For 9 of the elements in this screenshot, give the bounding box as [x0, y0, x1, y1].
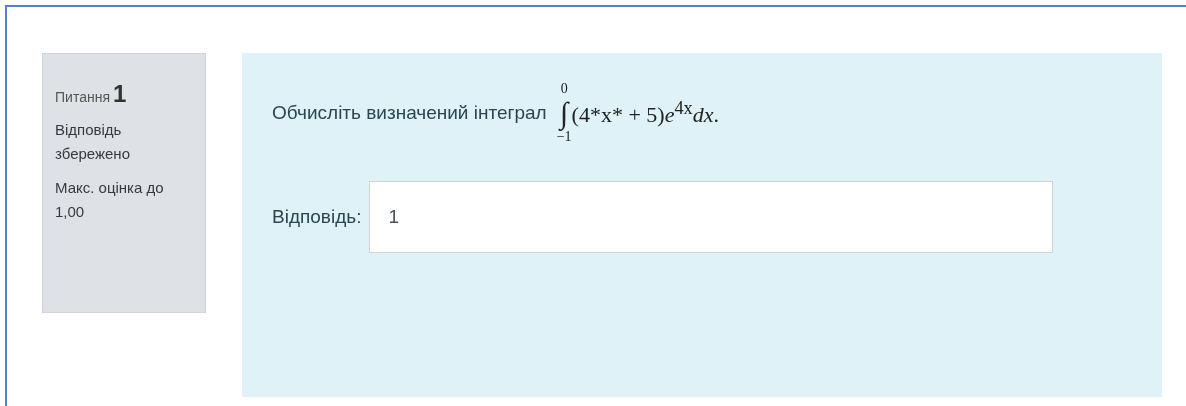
integral-sign: ∫ — [560, 97, 569, 129]
question-grade: Макс. оцінка до 1,00 — [55, 178, 165, 222]
answer-field[interactable]: 1 — [369, 181, 1054, 253]
answer-label: Відповідь: — [272, 206, 362, 228]
question-text: Обчисліть визначений інтеграл — [272, 102, 547, 124]
question-number: Питання 1 — [55, 80, 128, 108]
upper-limit: 0 — [560, 81, 568, 97]
integrand: (4*x* + 5)e$^{4x}$dx. — [571, 97, 719, 129]
question-state: Відповідь збережено — [55, 120, 131, 164]
